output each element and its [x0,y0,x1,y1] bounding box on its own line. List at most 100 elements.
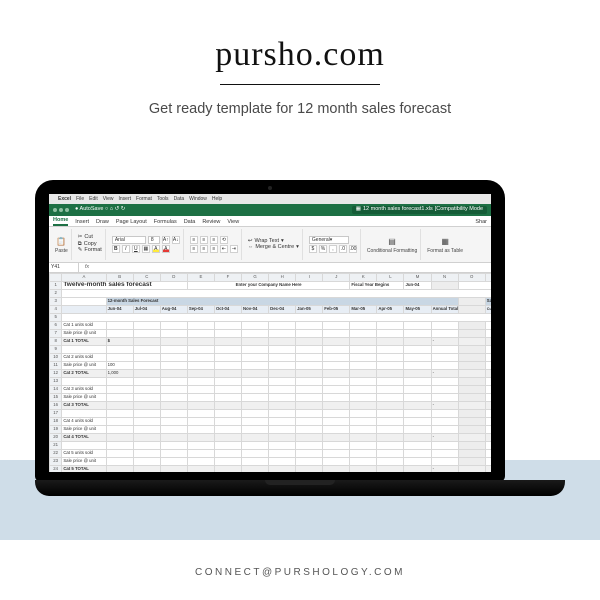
cell[interactable] [133,442,160,450]
cell[interactable] [106,394,133,402]
history-band[interactable]: Sales History [485,298,491,306]
cell[interactable]: $ [106,338,133,346]
cell[interactable] [350,378,377,386]
cell[interactable] [323,450,350,458]
month-header[interactable]: Aug-04 [160,306,187,314]
col-header[interactable]: L [377,274,404,282]
app-name[interactable]: Excel [58,197,71,202]
cell[interactable] [242,410,269,418]
cell[interactable] [133,322,160,330]
cell[interactable] [160,442,187,450]
cell[interactable] [431,394,458,402]
cell[interactable] [133,418,160,426]
row-label[interactable]: Cat 1 TOTAL [62,338,106,346]
col-header[interactable]: E [187,274,214,282]
cell[interactable] [350,426,377,434]
fiscal-value[interactable]: Jun-04 [404,282,431,290]
cell[interactable] [296,394,323,402]
row-label[interactable]: Cat 1 units sold [62,322,106,330]
cell[interactable] [269,330,296,338]
cell[interactable] [214,338,241,346]
cell[interactable] [214,362,241,370]
format-painter-button[interactable]: ✎Format [78,248,102,254]
cell[interactable] [485,330,491,338]
cell[interactable] [106,378,133,386]
cell[interactable] [485,450,491,458]
cell[interactable] [269,450,296,458]
cell[interactable] [242,458,269,466]
cell[interactable] [296,362,323,370]
row-label[interactable] [62,442,106,450]
cell[interactable] [133,362,160,370]
cell[interactable] [431,458,458,466]
col-header[interactable]: G [242,274,269,282]
forecast-band[interactable]: 12-month Sales Forecast [106,298,458,306]
cell[interactable] [269,322,296,330]
cell[interactable] [242,466,269,473]
tab-formulas[interactable]: Formulas [154,220,177,227]
cell[interactable] [269,434,296,442]
cell[interactable] [160,426,187,434]
cut-button[interactable]: ✂Cut [78,235,102,241]
cell[interactable] [323,458,350,466]
cell[interactable] [214,410,241,418]
cell[interactable] [377,362,404,370]
month-header[interactable]: Feb-05 [323,306,350,314]
cell[interactable] [404,354,431,362]
cell[interactable] [269,458,296,466]
month-header[interactable]: Oct-04 [214,306,241,314]
cell[interactable] [404,466,431,473]
cell[interactable] [323,402,350,410]
col-header[interactable]: P [485,274,491,282]
menu-insert[interactable]: Insert [119,197,132,202]
share-button[interactable]: Shar [475,220,487,227]
cell[interactable] [377,458,404,466]
cell[interactable]: - [431,338,458,346]
cell[interactable] [133,458,160,466]
cell[interactable] [133,378,160,386]
cell[interactable] [431,322,458,330]
bold-button[interactable]: B [112,245,120,253]
cell[interactable] [106,458,133,466]
cell[interactable] [404,442,431,450]
cell[interactable] [377,386,404,394]
cell[interactable] [187,378,214,386]
cell[interactable] [350,434,377,442]
cell[interactable] [377,426,404,434]
cell[interactable] [350,394,377,402]
cell[interactable] [431,450,458,458]
cell[interactable] [269,442,296,450]
cell[interactable] [269,362,296,370]
format-as-table-button[interactable]: ▦ Format as Table [427,236,463,254]
cell[interactable] [485,458,491,466]
cell[interactable] [323,386,350,394]
row-label[interactable]: Cat 5 units sold [62,450,106,458]
cell[interactable] [187,386,214,394]
row-label[interactable]: Cat 4 TOTAL [62,434,106,442]
cell[interactable] [133,338,160,346]
cell[interactable] [187,434,214,442]
cell[interactable] [404,418,431,426]
cell[interactable] [296,338,323,346]
cell[interactable] [214,330,241,338]
col-header[interactable]: H [269,274,296,282]
cell[interactable] [214,458,241,466]
cell[interactable] [296,466,323,473]
cell[interactable] [350,354,377,362]
cell[interactable] [350,362,377,370]
cell[interactable] [350,466,377,473]
cell[interactable] [160,410,187,418]
cell[interactable] [485,346,491,354]
cell[interactable] [133,434,160,442]
cell[interactable] [160,434,187,442]
align-bottom-button[interactable]: ≡ [210,236,218,244]
tab-view[interactable]: View [227,220,239,227]
cell[interactable] [242,362,269,370]
cell[interactable] [404,362,431,370]
cell[interactable] [404,450,431,458]
month-header[interactable]: Jan-05 [296,306,323,314]
cell[interactable] [133,450,160,458]
month-header[interactable]: Apr-05 [377,306,404,314]
cell[interactable] [323,330,350,338]
cell[interactable] [242,354,269,362]
